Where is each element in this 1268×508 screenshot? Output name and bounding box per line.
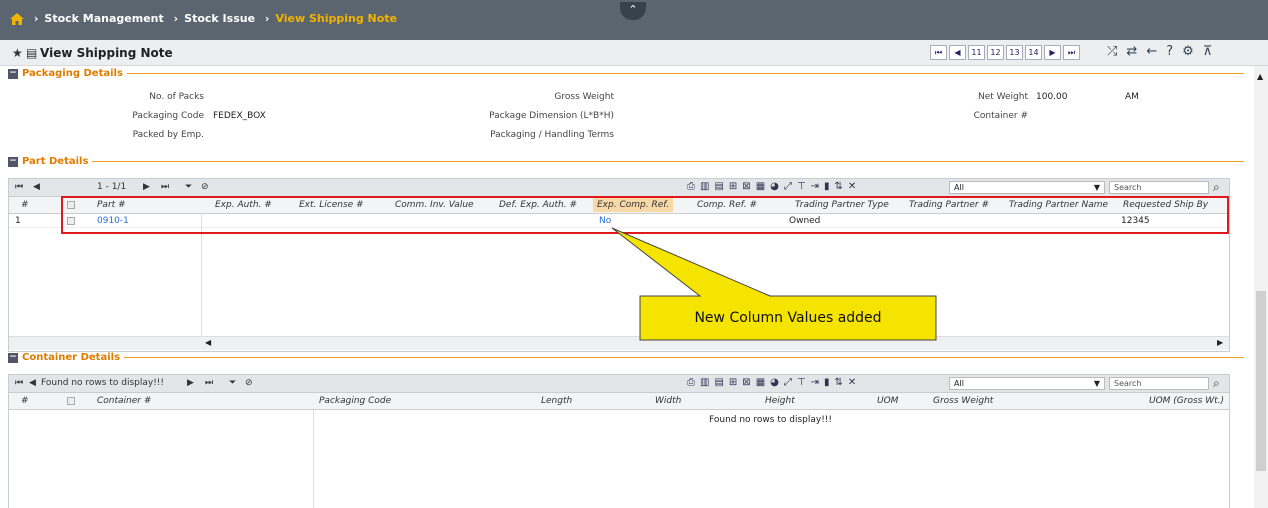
callout-arrow	[611, 227, 937, 341]
callout-text: New Column Values added	[694, 310, 882, 326]
